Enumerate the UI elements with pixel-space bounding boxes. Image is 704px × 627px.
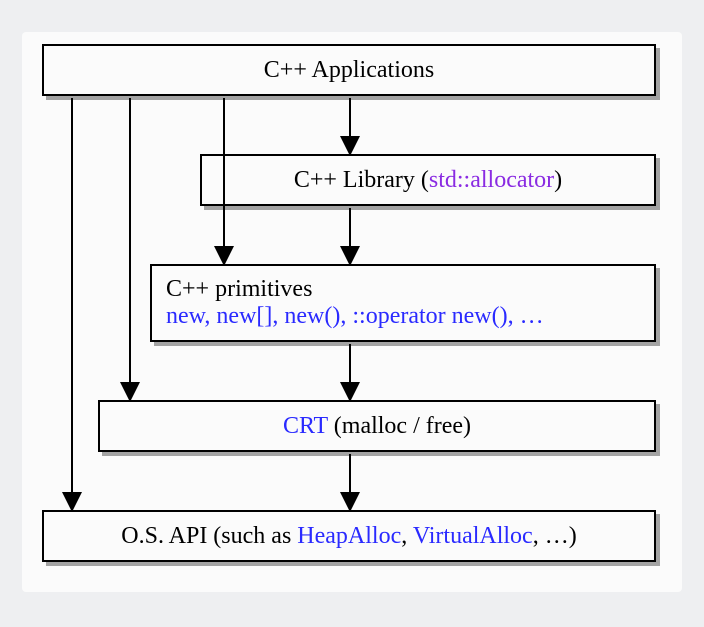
box-applications: C++ Applications xyxy=(42,44,656,96)
diagram-canvas: C++ Applications C++ Library (std::alloc… xyxy=(22,32,682,592)
text-osapi: O.S. API (such as HeapAlloc, VirtualAllo… xyxy=(121,523,576,550)
box-crt: CRT (malloc / free) xyxy=(98,400,656,452)
box-primitives: C++ primitives new, new[], new(), ::oper… xyxy=(150,264,656,342)
text-library: C++ Library (std::allocator) xyxy=(294,167,562,194)
text-applications: C++ Applications xyxy=(264,57,434,84)
box-osapi: O.S. API (such as HeapAlloc, VirtualAllo… xyxy=(42,510,656,562)
text-primitives-title: C++ primitives xyxy=(166,276,312,303)
text-primitives-list: new, new[], new(), ::operator new(), … xyxy=(166,303,544,330)
text-crt: CRT (malloc / free) xyxy=(283,413,471,440)
box-library: C++ Library (std::allocator) xyxy=(200,154,656,206)
